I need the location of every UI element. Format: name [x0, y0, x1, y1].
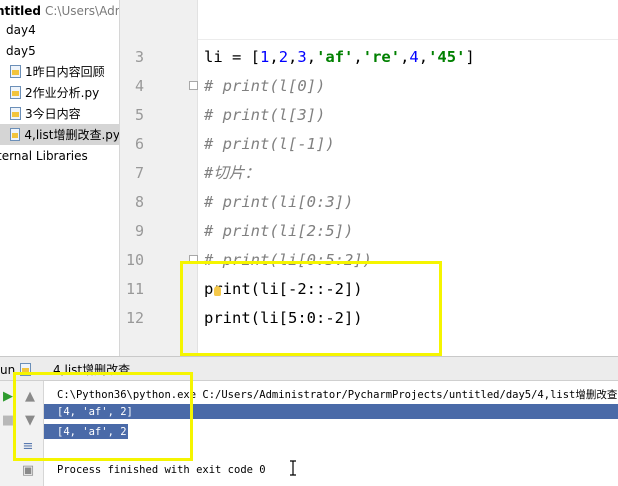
tree-item-label: ternal Libraries — [0, 148, 88, 163]
print-icon[interactable]: ▣ — [20, 463, 36, 479]
tree-folder-day5[interactable]: day5 — [6, 40, 36, 61]
code-line[interactable]: print(li[5:0:-2]) — [204, 304, 363, 333]
line-number: 10 — [125, 251, 144, 269]
tree-item-label: 4,list增删改查.py — [24, 128, 120, 142]
tree-file-item[interactable]: 3今日内容 — [10, 103, 81, 124]
code-token: #切片： — [204, 164, 260, 182]
project-root-path: C:\Users\Adm — [44, 3, 120, 18]
console-output-line: [4, 'af', 2] — [57, 426, 133, 438]
code-token: 1 — [260, 48, 270, 66]
run-toolbar: ▶ ▲ ■ ▼ ≡ ▣ — [0, 381, 44, 486]
code-token: '45' — [428, 48, 466, 66]
line-number: 8 — [134, 193, 144, 211]
tree-item-label: day5 — [6, 43, 36, 58]
code-token: # print(li[0:5:2]) — [204, 251, 372, 269]
code-token: # print(l[3]) — [204, 106, 326, 124]
code-editor[interactable]: 3 4 5 6 7 8 9 10 11 12 li = [1,2,3,'af',… — [120, 0, 618, 356]
code-line[interactable]: #切片： — [204, 159, 260, 188]
tree-folder-day4[interactable]: day4 — [6, 19, 36, 40]
code-line[interactable]: # print(l[-1]) — [204, 130, 335, 159]
project-tree: ntitled C:\Users\Adm day4 day5 1昨日内容回顾 2… — [0, 0, 120, 356]
tree-file-item-selected[interactable]: 4,list增删改查.py — [0, 124, 120, 145]
line-number: 12 — [125, 309, 144, 327]
code-token: li = [ — [204, 48, 260, 66]
code-line[interactable]: print(li[-2::-2]) — [204, 275, 363, 304]
code-token: , — [418, 48, 429, 66]
tree-external-libraries[interactable]: ternal Libraries — [0, 145, 88, 166]
line-number: 6 — [134, 135, 144, 153]
python-file-icon — [10, 128, 21, 141]
stop-icon[interactable]: ■ — [0, 413, 16, 429]
tree-item-label: 2作业分析.py — [25, 86, 100, 100]
run-tab-label: 4,list增删改查 — [53, 363, 131, 377]
line-number: 7 — [134, 164, 144, 182]
tree-item-label: 1昨日内容回顾 — [25, 65, 105, 79]
code-line[interactable]: # print(li[2:5]) — [204, 217, 353, 246]
code-line[interactable]: # print(li[0:5:2]) — [204, 246, 372, 275]
code-token: 3 — [297, 48, 307, 66]
line-number: 3 — [134, 48, 144, 66]
text-cursor-icon — [290, 460, 296, 476]
code-token: # print(li[2:5]) — [204, 222, 354, 240]
code-token: , — [288, 48, 298, 66]
code-token: , — [353, 48, 363, 66]
code-token: print(li[-2::-2]) — [204, 280, 363, 298]
code-token: ] — [465, 48, 475, 66]
line-number: 9 — [134, 222, 144, 240]
line-number: 5 — [134, 106, 144, 124]
code-token: 're' — [362, 48, 401, 66]
console-output-line: [4, 'af', 2] — [57, 406, 133, 418]
project-root[interactable]: ntitled C:\Users\Adm — [0, 0, 120, 21]
console-exit-message: Process finished with exit code 0 — [57, 464, 266, 476]
code-token: , — [306, 48, 317, 66]
code-token: , — [400, 48, 410, 66]
code-token: # print(l[-1]) — [204, 135, 335, 153]
code-line[interactable]: # print(l[0]) — [204, 72, 325, 101]
code-line[interactable]: li = [1,2,3,'af','re',4,'45'] — [204, 43, 475, 72]
code-token: # print(li[0:3]) — [204, 193, 354, 211]
fold-marker-icon[interactable] — [189, 81, 198, 90]
run-tab-prefix: un — [0, 363, 16, 377]
rerun-icon[interactable]: ▶ — [0, 389, 16, 405]
up-arrow-icon[interactable]: ▲ — [22, 389, 38, 405]
fold-marker-icon[interactable] — [189, 255, 198, 264]
console-command: C:\Python36\python.exe C:/Users/Administ… — [57, 389, 618, 401]
tree-file-item[interactable]: 2作业分析.py — [10, 82, 99, 103]
soft-wrap-icon[interactable]: ≡ — [20, 439, 36, 455]
python-file-icon — [10, 86, 21, 99]
code-token: print(li[5:0:-2]) — [204, 309, 363, 327]
tree-item-label: day4 — [6, 22, 36, 37]
tree-file-item[interactable]: 1昨日内容回顾 — [10, 61, 105, 82]
code-token: , — [269, 48, 279, 66]
code-token: 4 — [409, 48, 419, 66]
tree-item-label: 3今日内容 — [25, 107, 81, 121]
code-line[interactable]: # print(l[3]) — [204, 101, 325, 130]
code-line[interactable]: # print(li[0:3]) — [204, 188, 353, 217]
line-number: 11 — [125, 280, 144, 298]
down-arrow-icon[interactable]: ▼ — [22, 413, 38, 429]
project-root-name: ntitled — [0, 3, 41, 18]
python-file-icon — [10, 107, 21, 120]
python-file-icon — [20, 363, 31, 376]
code-token: 2 — [278, 48, 289, 66]
code-token: 'af' — [316, 48, 354, 66]
lightbulb-icon[interactable] — [214, 286, 221, 296]
line-number: 4 — [134, 77, 144, 95]
editor-gutter: 3 4 5 6 7 8 9 10 11 12 — [120, 0, 198, 356]
run-tool-header: un 4,list增删改查 — [0, 356, 618, 381]
python-file-icon — [10, 65, 21, 78]
code-token: # print(l[0]) — [204, 77, 326, 95]
run-console[interactable]: C:\Python36\python.exe C:/Users/Administ… — [44, 381, 618, 486]
